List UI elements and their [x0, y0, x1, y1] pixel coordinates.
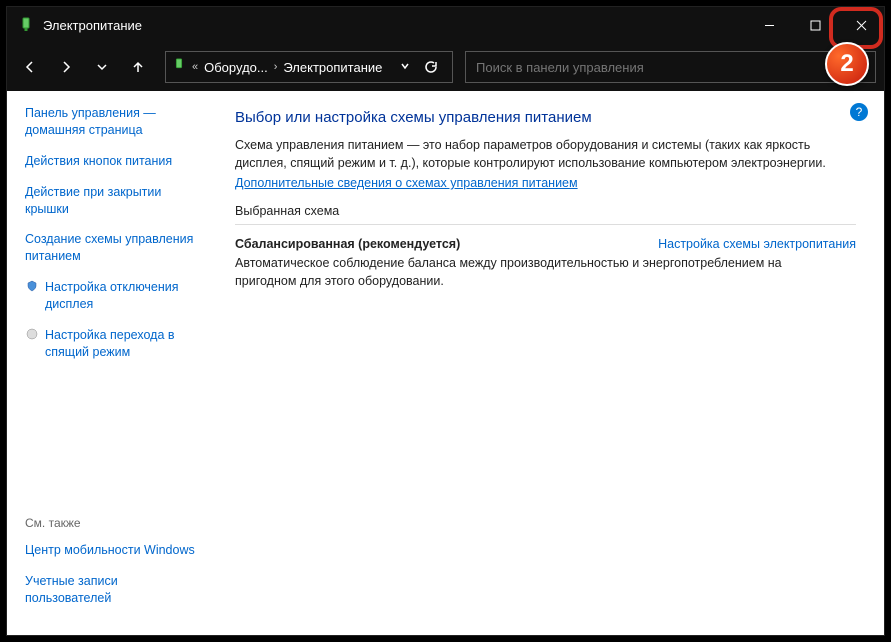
- breadcrumb-item[interactable]: Оборудо...: [204, 60, 268, 75]
- minimize-button[interactable]: [746, 7, 792, 43]
- sidebar-link-create-plan[interactable]: Создание схемы управления питанием: [25, 231, 199, 265]
- window-frame: Электропитание « Оборудо... › Электропит…: [6, 6, 885, 636]
- window-title: Электропитание: [43, 18, 746, 33]
- sidebar-link-lid-action[interactable]: Действие при закрытии крышки: [25, 184, 199, 218]
- plan-description: Автоматическое соблюдение баланса между …: [235, 255, 795, 290]
- page-description: Схема управления питанием — это набор па…: [235, 136, 856, 172]
- see-also-label: См. также: [25, 516, 199, 530]
- chevron-left-icon: «: [192, 61, 198, 73]
- shield-icon: [25, 279, 39, 293]
- chevron-down-icon[interactable]: [400, 61, 410, 74]
- address-icon: [172, 58, 186, 77]
- maximize-button[interactable]: [792, 7, 838, 43]
- navbar: « Оборудо... › Электропитание: [7, 43, 884, 91]
- sidebar-link-display-off[interactable]: Настройка отключения дисплея: [25, 279, 199, 313]
- content-area: Панель управления — домашняя страница Де…: [7, 91, 884, 635]
- chevron-right-icon: ›: [274, 61, 278, 73]
- sidebar-home-link[interactable]: Панель управления — домашняя страница: [25, 105, 199, 139]
- help-icon[interactable]: ?: [850, 103, 868, 121]
- search-box[interactable]: [465, 51, 876, 83]
- recent-button[interactable]: [87, 52, 117, 82]
- address-bar[interactable]: « Оборудо... › Электропитание: [165, 51, 453, 83]
- main-panel: ? Выбор или настройка схемы управления п…: [207, 91, 884, 635]
- back-button[interactable]: [15, 52, 45, 82]
- sidebar-link-sleep[interactable]: Настройка перехода в спящий режим: [25, 327, 199, 361]
- sidebar-seealso-accounts[interactable]: Учетные записи пользователей: [25, 573, 199, 607]
- titlebar: Электропитание: [7, 7, 884, 43]
- sidebar-seealso-mobility[interactable]: Центр мобильности Windows: [25, 542, 199, 559]
- forward-button[interactable]: [51, 52, 81, 82]
- breadcrumb-item[interactable]: Электропитание: [283, 60, 382, 75]
- sidebar: Панель управления — домашняя страница Де…: [7, 91, 207, 635]
- sidebar-link-power-buttons[interactable]: Действия кнопок питания: [25, 153, 199, 170]
- close-button[interactable]: [838, 7, 884, 43]
- more-info-link[interactable]: Дополнительные сведения о схемах управле…: [235, 176, 578, 190]
- plan-name: Сбалансированная (рекомендуется): [235, 237, 658, 251]
- section-heading: Выбранная схема: [235, 204, 856, 225]
- window-buttons: [746, 7, 884, 43]
- step-badge: 2: [825, 42, 869, 86]
- refresh-button[interactable]: [416, 60, 446, 74]
- app-icon: [17, 16, 35, 34]
- page-heading: Выбор или настройка схемы управления пит…: [235, 109, 856, 126]
- search-input[interactable]: [476, 60, 865, 75]
- up-button[interactable]: [123, 52, 153, 82]
- shield-icon: [25, 327, 39, 341]
- plan-settings-link[interactable]: Настройка схемы электропитания: [658, 237, 856, 251]
